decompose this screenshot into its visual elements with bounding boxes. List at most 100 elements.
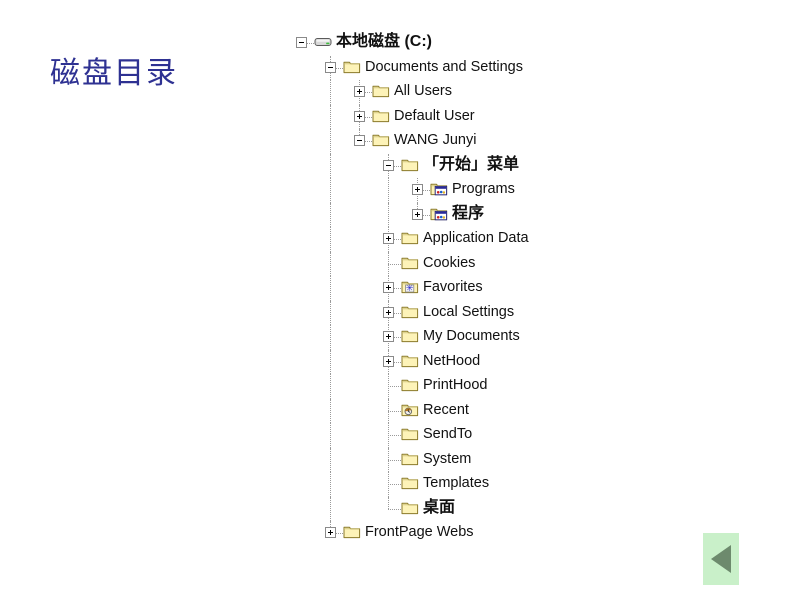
tree-guide-line <box>330 129 332 154</box>
tree-node[interactable]: System <box>296 447 776 472</box>
folder-icon <box>401 304 419 320</box>
expand-node-icon[interactable] <box>383 331 394 342</box>
previous-slide-button[interactable] <box>703 533 739 585</box>
tree-guide-line <box>330 325 332 350</box>
tree-node[interactable]: Templates <box>296 472 776 497</box>
folder-programs-icon <box>430 206 448 222</box>
folder-icon <box>401 328 419 344</box>
tree-guide-line <box>330 472 332 497</box>
tree-guide-line <box>330 202 332 227</box>
folder-icon <box>401 451 419 467</box>
expand-node-icon[interactable] <box>383 355 394 367</box>
tree-node[interactable]: Cookies <box>296 251 776 276</box>
tree-node[interactable]: WANG Junyi <box>296 129 776 154</box>
tree-guide-line <box>388 435 401 437</box>
tree-node[interactable]: SendTo <box>296 423 776 448</box>
expand-node-icon[interactable] <box>325 527 336 538</box>
tree-guide-line <box>330 276 332 301</box>
tree-node[interactable]: NetHood <box>296 349 776 374</box>
folder-icon <box>372 108 390 124</box>
folder-icon <box>401 230 419 246</box>
tree-guide-line <box>388 263 401 266</box>
folder-icon <box>372 83 390 99</box>
tree-guide-line <box>330 104 332 129</box>
folder-programs-icon <box>430 181 448 197</box>
folder-icon <box>401 157 419 173</box>
tree-node-label: SendTo <box>423 426 473 442</box>
tree-guide-line <box>388 178 390 203</box>
tree-guide-line <box>330 423 332 448</box>
expand-node-icon[interactable] <box>383 282 394 293</box>
folder-icon <box>401 500 419 516</box>
tree-guide-line <box>388 508 401 511</box>
folder-icon <box>343 524 361 540</box>
folder-icon <box>401 353 419 369</box>
tree-guide-line <box>330 80 332 105</box>
folder-icon <box>343 59 361 75</box>
expand-node-icon[interactable] <box>412 184 423 195</box>
tree-node[interactable]: Default User <box>296 104 776 129</box>
slide-canvas: 磁盘目录 本地磁盘 (C:) Documents and Settings All … <box>0 0 800 600</box>
expand-node-icon[interactable] <box>412 208 423 220</box>
tree-node-label: Default User <box>394 107 475 124</box>
tree-node[interactable]: PrintHood <box>296 374 776 399</box>
tree-node[interactable]: 桌面 <box>296 496 776 521</box>
tree-guide-line <box>330 251 332 276</box>
directory-tree: 本地磁盘 (C:) Documents and Settings All Users… <box>296 31 776 546</box>
tree-node-label: Templates <box>423 475 490 491</box>
tree-node-label: Application Data <box>423 230 529 246</box>
folder-icon <box>401 255 419 271</box>
tree-node[interactable]: Documents and Settings <box>296 55 776 80</box>
svg-text:✳: ✳ <box>406 283 414 293</box>
tree-node[interactable]: Local Settings <box>296 300 776 325</box>
expand-node-icon[interactable] <box>354 110 365 122</box>
tree-node-label: 程序 <box>452 204 485 222</box>
tree-node-label: 本地磁盘 (C:) <box>336 33 432 50</box>
tree-node-label: Recent <box>423 401 469 418</box>
expand-node-icon[interactable] <box>383 306 394 318</box>
collapse-node-icon[interactable] <box>383 159 394 171</box>
tree-node[interactable]: ✳ Favorites <box>296 276 776 301</box>
expand-node-icon[interactable] <box>383 233 394 244</box>
tree-guide-line <box>330 374 332 399</box>
tree-guide-line <box>388 496 390 509</box>
collapse-node-icon[interactable] <box>354 135 365 146</box>
tree-node-label: 「开始」菜单 <box>423 155 520 173</box>
tree-guide-line <box>388 386 401 388</box>
tree-node-label: WANG Junyi <box>394 132 477 148</box>
expand-node-icon[interactable] <box>354 86 365 97</box>
tree-node-label: 桌面 <box>423 498 456 516</box>
tree-guide-line <box>330 349 332 374</box>
page-title: 磁盘目录 <box>50 57 178 90</box>
hard-disk-icon <box>314 34 332 50</box>
tree-node[interactable]: 程序 <box>296 202 776 227</box>
folder-icon <box>401 475 419 491</box>
tree-node-label: System <box>423 450 472 467</box>
folder-icon <box>401 377 419 393</box>
tree-node[interactable]: Application Data <box>296 227 776 252</box>
tree-node-label: PrintHood <box>423 377 488 393</box>
tree-node[interactable]: Programs <box>296 178 776 203</box>
tree-node[interactable]: 本地磁盘 (C:) <box>296 31 776 56</box>
tree-guide-line <box>388 484 401 486</box>
tree-node-label: Favorites <box>423 279 483 295</box>
triangle-left-icon <box>711 545 731 573</box>
folder-icon <box>372 132 390 148</box>
collapse-node-icon[interactable] <box>325 61 336 73</box>
tree-node-label: Local Settings <box>423 303 515 320</box>
tree-node-label: Documents and Settings <box>365 58 523 75</box>
tree-node[interactable]: My Documents <box>296 325 776 350</box>
tree-guide-line <box>330 398 332 423</box>
folder-recent-icon <box>401 402 419 418</box>
tree-node[interactable]: 「开始」菜单 <box>296 153 776 178</box>
tree-node[interactable]: Recent <box>296 398 776 423</box>
tree-node[interactable]: All Users <box>296 80 776 105</box>
tree-node-label: NetHood <box>423 352 481 369</box>
tree-node-label: FrontPage Webs <box>365 524 474 540</box>
tree-guide-line <box>388 202 390 227</box>
tree-guide-line <box>330 496 332 521</box>
tree-guide-line <box>330 300 332 325</box>
tree-node-label: My Documents <box>423 328 520 344</box>
collapse-node-icon[interactable] <box>296 37 307 48</box>
tree-guide-line <box>388 410 401 413</box>
